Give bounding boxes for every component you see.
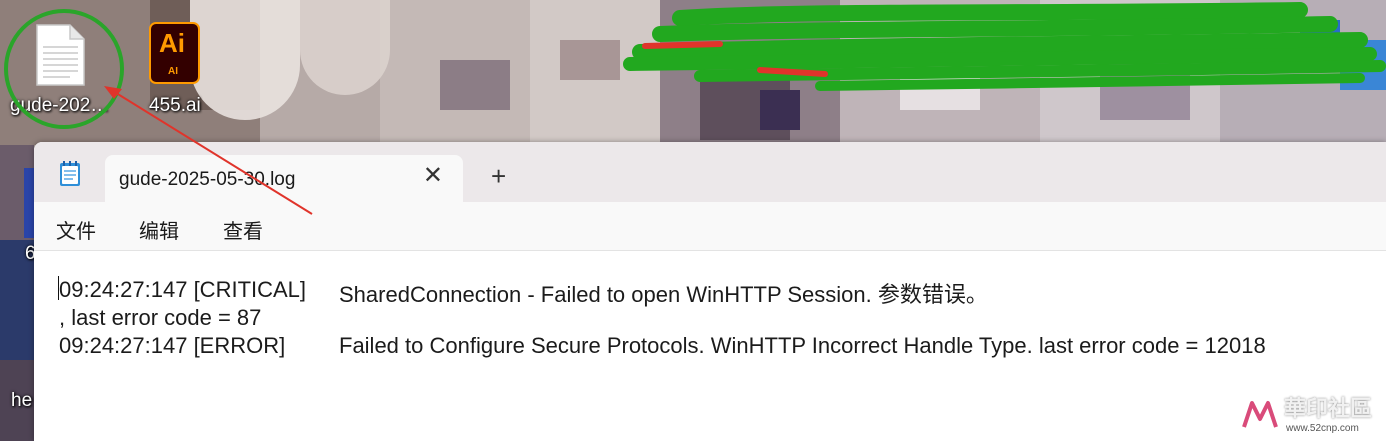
watermark-title: 華印社區 [1284, 396, 1373, 421]
desktop-screenshot: gude-202… Ai AI 455.ai 6 he gude-2025-05… [0, 0, 1386, 441]
red-arrow-line [107, 87, 313, 215]
annotation-overlay [4, 9, 313, 215]
green-highlight-circle [4, 9, 124, 129]
watermark-logo-icon [1242, 401, 1278, 428]
site-watermark: 華印社區 www.52cnp.com [1240, 389, 1380, 439]
watermark-url: www.52cnp.com [1286, 423, 1359, 434]
